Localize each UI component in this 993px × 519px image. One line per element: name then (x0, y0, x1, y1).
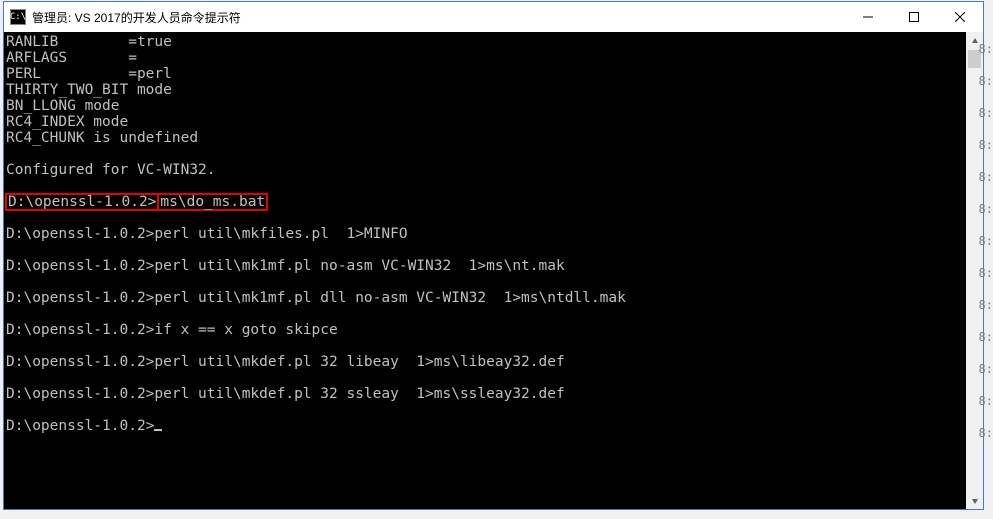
terminal-line: RANLIB =true (6, 34, 966, 50)
terminal-line: D:\openssl-1.0.2>ms\do_ms.bat (6, 194, 966, 210)
close-button[interactable] (937, 2, 983, 32)
highlight-command: ms\do_ms.bat (157, 193, 268, 211)
terminal-line (6, 146, 966, 162)
terminal-line (6, 338, 966, 354)
terminal-line: D:\openssl-1.0.2> (6, 418, 966, 434)
terminal-line: D:\openssl-1.0.2>perl util\mkdef.pl 32 s… (6, 386, 966, 402)
vertical-scrollbar[interactable] (966, 32, 983, 509)
terminal-line: D:\openssl-1.0.2>perl util\mk1mf.pl no-a… (6, 258, 966, 274)
window-controls (845, 2, 983, 32)
terminal-line: D:\openssl-1.0.2>perl util\mk1mf.pl dll … (6, 290, 966, 306)
terminal-line: D:\openssl-1.0.2>if x == x goto skipce (6, 322, 966, 338)
terminal-line (6, 370, 966, 386)
terminal-output[interactable]: RANLIB =trueARFLAGS =PERL =perlTHIRTY_TW… (4, 32, 966, 509)
terminal-line: THIRTY_TWO_BIT mode (6, 82, 966, 98)
titlebar[interactable]: C:\ 管理员: VS 2017的开发人员命令提示符 (4, 2, 983, 32)
terminal-line (6, 178, 966, 194)
terminal-line: RC4_CHUNK is undefined (6, 130, 966, 146)
scroll-down-button[interactable] (966, 492, 983, 509)
app-icon: C:\ (10, 9, 26, 25)
terminal-line (6, 242, 966, 258)
cursor (154, 429, 162, 431)
window-title: 管理员: VS 2017的开发人员命令提示符 (32, 9, 845, 26)
scroll-up-button[interactable] (966, 32, 983, 49)
minimize-button[interactable] (845, 2, 891, 32)
terminal-line (6, 402, 966, 418)
terminal-line: ARFLAGS = (6, 50, 966, 66)
terminal-line: D:\openssl-1.0.2>perl util\mkfiles.pl 1>… (6, 226, 966, 242)
terminal-line: Configured for VC-WIN32. (6, 162, 966, 178)
terminal-line (6, 306, 966, 322)
console-window: C:\ 管理员: VS 2017的开发人员命令提示符 RANLIB =trueA… (3, 1, 984, 510)
terminal-line (6, 274, 966, 290)
terminal-line: PERL =perl (6, 66, 966, 82)
terminal-line (6, 210, 966, 226)
terminal-line: D:\openssl-1.0.2>perl util\mkdef.pl 32 l… (6, 354, 966, 370)
maximize-button[interactable] (891, 2, 937, 32)
highlight-prompt: D:\openssl-1.0.2> (5, 193, 159, 211)
terminal-line: RC4_INDEX mode (6, 114, 966, 130)
console-area: RANLIB =trueARFLAGS =PERL =perlTHIRTY_TW… (4, 32, 983, 509)
terminal-line: BN_LLONG mode (6, 98, 966, 114)
scroll-thumb[interactable] (968, 50, 981, 68)
